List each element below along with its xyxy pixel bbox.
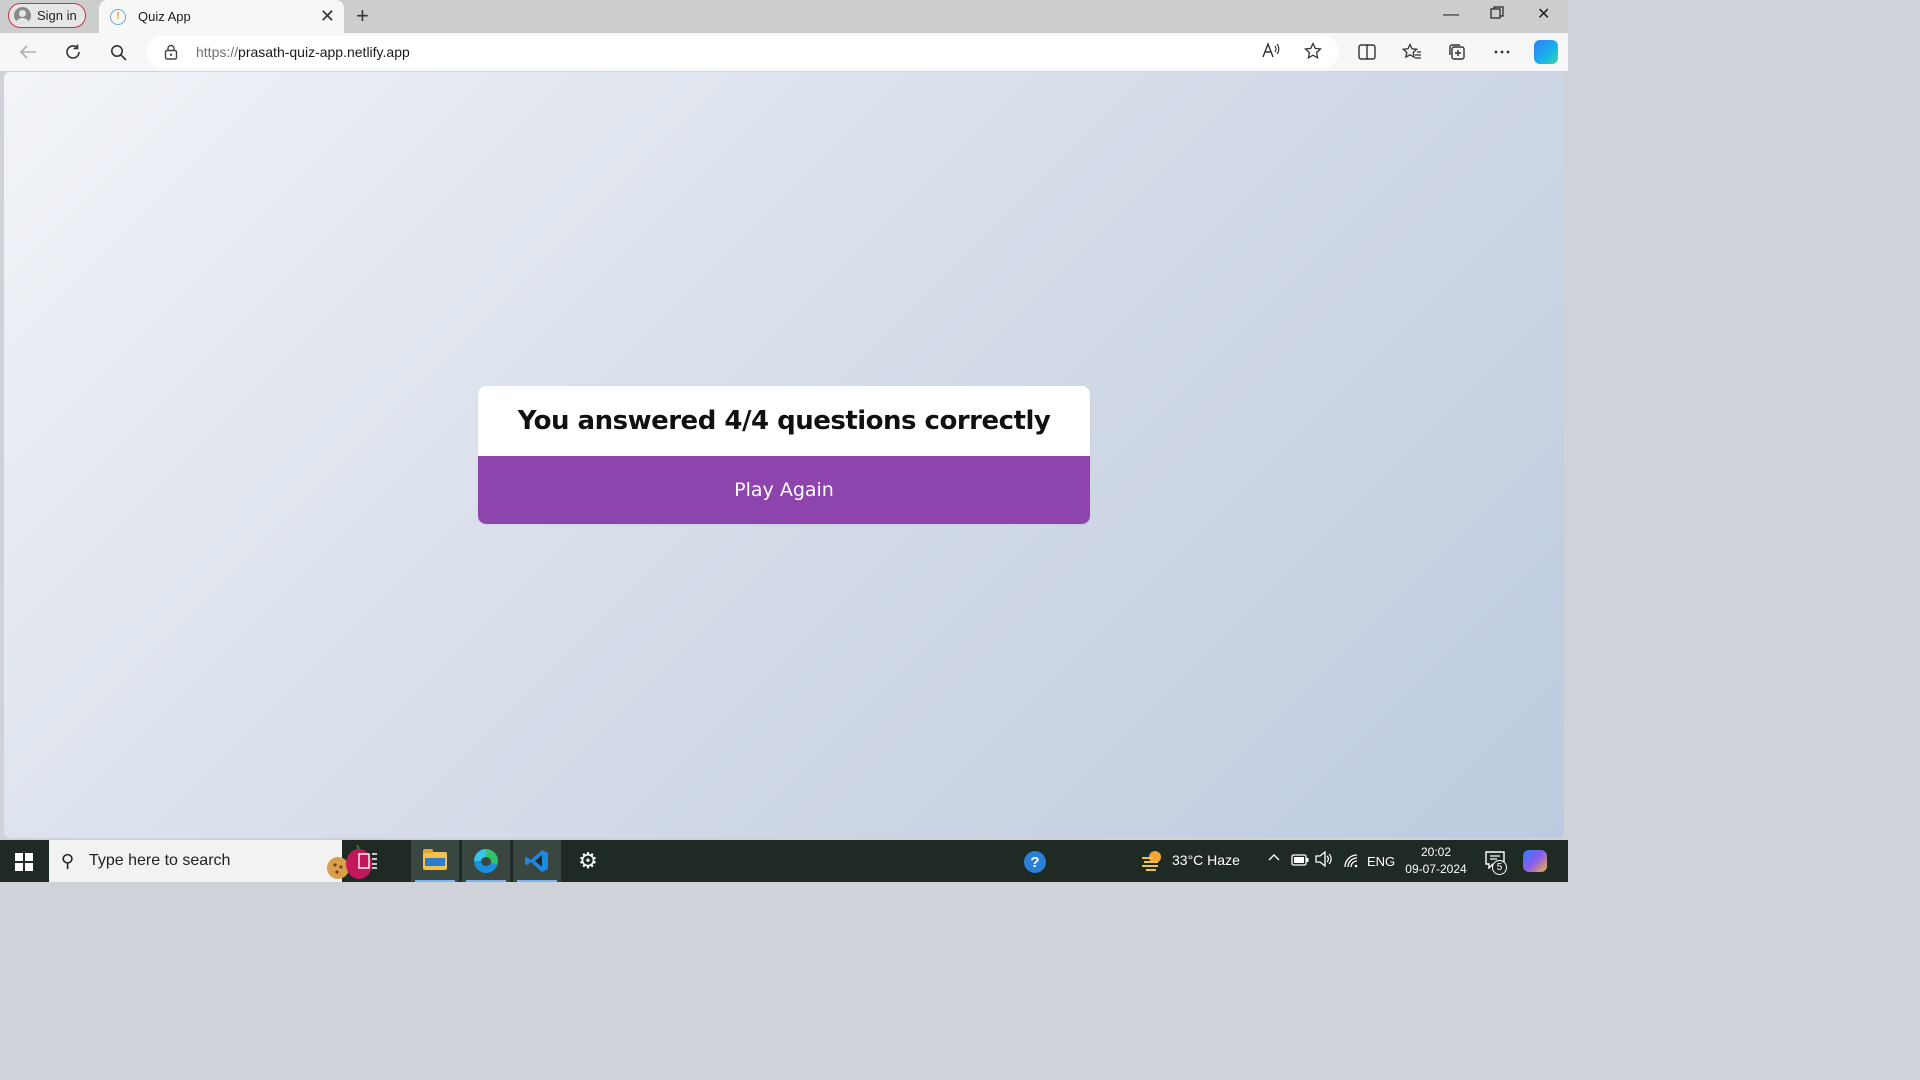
sign-in-label: Sign in (37, 8, 77, 23)
windows-taskbar: ⚲ Type here to search ⚙ ? 33°C Haze ENG … (0, 840, 1568, 882)
task-view-icon[interactable] (344, 840, 392, 882)
result-card: You answered 4/4 questions correctly Pla… (478, 386, 1090, 524)
volume-icon[interactable] (1315, 850, 1333, 870)
weather-text[interactable]: 33°C Haze (1172, 852, 1240, 868)
copilot-icon[interactable] (1534, 40, 1558, 64)
close-window-icon[interactable]: ✕ (1537, 5, 1550, 25)
copilot-taskbar-icon[interactable] (1523, 850, 1547, 872)
show-hidden-icons-chevron-icon[interactable] (1267, 850, 1281, 867)
read-aloud-icon[interactable] (1262, 42, 1280, 63)
get-help-icon[interactable]: ? (1024, 851, 1046, 873)
vscode-taskbar-button[interactable] (513, 840, 561, 882)
browser-toolbar: https://prasath-quiz-app.netlify.app (0, 33, 1568, 71)
result-text: You answered 4/4 questions correctly (517, 406, 1051, 436)
browser-title-bar: Sign in ! Quiz App ✕ + — ✕ (0, 0, 1568, 33)
back-arrow-icon[interactable] (17, 41, 39, 63)
minimize-window-icon[interactable]: — (1443, 5, 1459, 25)
gear-icon: ⚙ (578, 848, 598, 873)
settings-taskbar-button[interactable]: ⚙ (564, 840, 612, 882)
url-text[interactable]: https://prasath-quiz-app.netlify.app (196, 44, 410, 60)
lock-icon[interactable] (164, 44, 178, 60)
page-viewport: You answered 4/4 questions correctly Pla… (4, 72, 1564, 838)
favorites-icon[interactable] (1401, 41, 1423, 63)
wifi-icon[interactable] (1342, 852, 1358, 871)
collections-icon[interactable] (1446, 41, 1468, 63)
split-screen-icon[interactable] (1356, 41, 1378, 63)
refresh-icon[interactable] (62, 41, 84, 63)
file-explorer-taskbar-button[interactable] (411, 840, 459, 882)
battery-icon[interactable] (1291, 853, 1309, 869)
clock-time: 20:02 (1420, 845, 1452, 859)
taskbar-clock[interactable]: 20:02 09-07-2024 (1404, 844, 1468, 878)
input-language[interactable]: ENG (1367, 854, 1395, 869)
edge-browser-icon (474, 849, 498, 873)
new-tab-icon[interactable]: + (356, 4, 369, 28)
tab-title: Quiz App (138, 9, 191, 24)
search-magnifier-icon: ⚲ (61, 851, 75, 871)
taskbar-search-placeholder: Type here to search (89, 852, 231, 869)
file-explorer-icon (423, 849, 447, 870)
edge-taskbar-button[interactable] (462, 840, 510, 882)
windows-start-icon[interactable] (15, 853, 33, 871)
weather-haze-icon[interactable] (1140, 849, 1164, 871)
search-icon[interactable] (107, 41, 129, 63)
vscode-icon (525, 850, 548, 872)
play-again-button[interactable]: Play Again (478, 456, 1090, 524)
browser-tab-active[interactable]: ! Quiz App ✕ (99, 0, 344, 33)
profile-avatar-icon (14, 7, 31, 24)
clock-date: 09-07-2024 (1405, 862, 1467, 876)
address-bar[interactable]: https://prasath-quiz-app.netlify.app (147, 36, 1339, 68)
taskbar-search-box[interactable]: ⚲ Type here to search (49, 840, 372, 882)
notification-count-badge: 5 (1492, 860, 1507, 875)
restore-window-icon[interactable] (1490, 6, 1504, 26)
quiz-favicon-icon: ! (110, 8, 126, 25)
sign-in-button[interactable]: Sign in (8, 3, 86, 28)
close-tab-icon[interactable]: ✕ (320, 7, 335, 25)
favorite-star-icon[interactable] (1304, 41, 1322, 65)
more-options-icon[interactable] (1491, 41, 1513, 63)
